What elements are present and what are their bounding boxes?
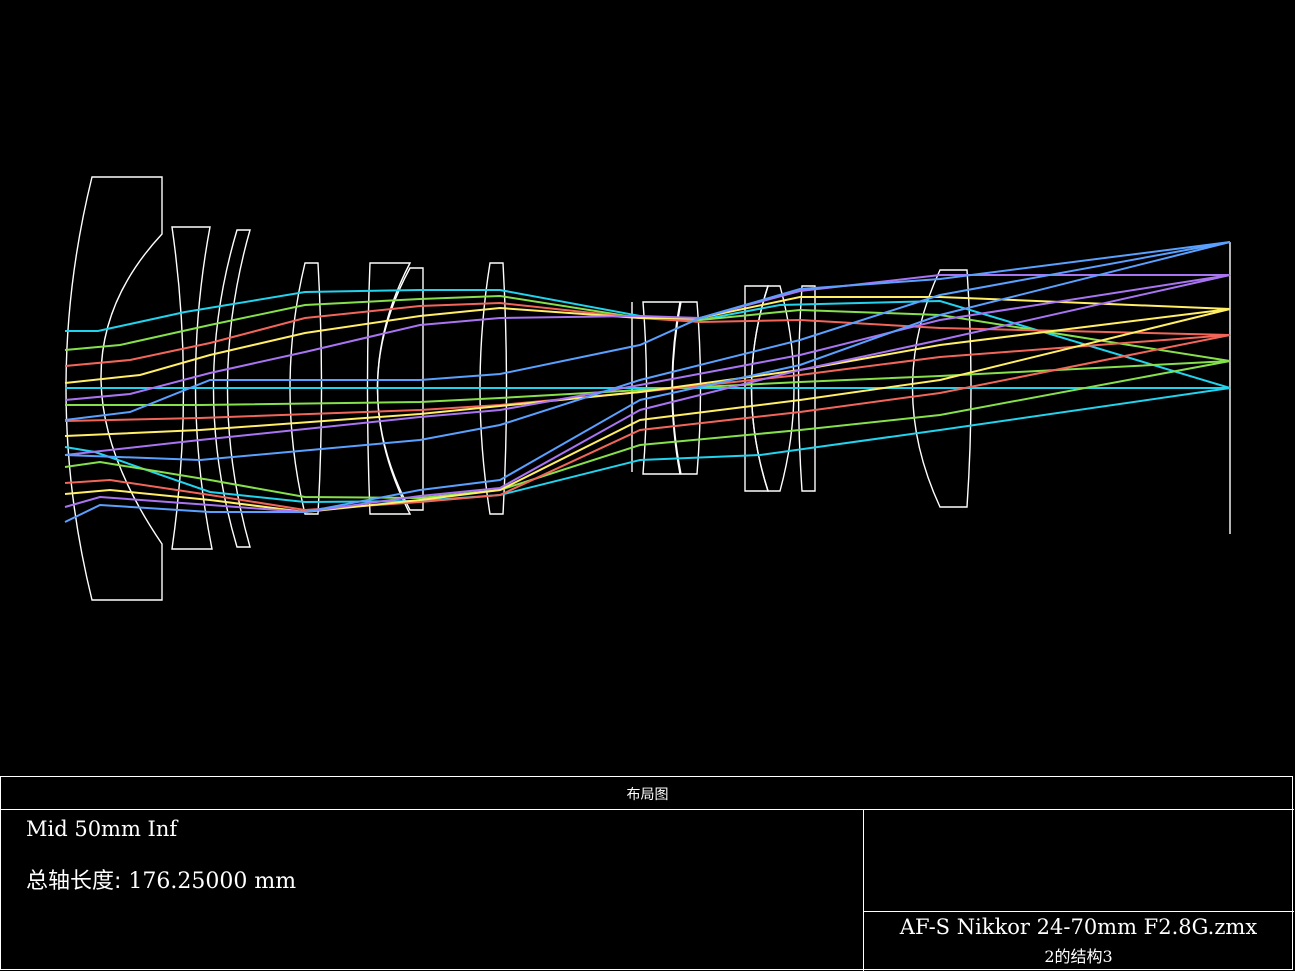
ray-bundles — [64, 241, 1231, 523]
field-1-rays — [64, 289, 1231, 504]
field-2-rays — [64, 294, 1231, 500]
divider-horizontal — [863, 911, 1294, 912]
configuration-label: 2的结构3 — [1044, 947, 1113, 966]
lens-layout-diagram — [64, 176, 1231, 601]
total-length-value: 176.25000 mm — [128, 869, 297, 894]
file-name: AF-S Nikkor 24-70mm F2.8G.zmx — [899, 915, 1258, 939]
config-label: Mid 50mm Inf — [26, 817, 178, 841]
total-length: 总轴长度: 176.25000 mm — [26, 863, 296, 895]
total-length-label: 总轴长度: — [26, 869, 122, 894]
field-6-rays — [64, 241, 1231, 523]
layout-header: 布局图 — [1, 777, 1294, 810]
title-block: 布局图 Mid 50mm Inf 总轴长度: 176.25000 mm AF-S… — [0, 776, 1294, 971]
